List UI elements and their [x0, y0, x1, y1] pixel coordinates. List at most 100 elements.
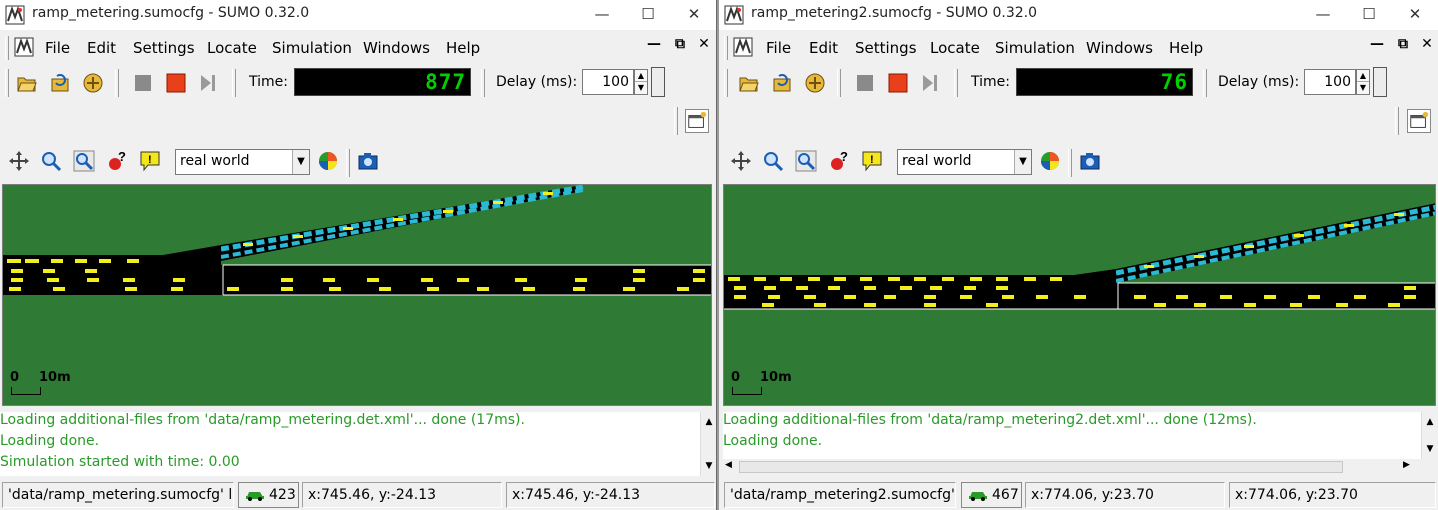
open-network-icon[interactable] [82, 72, 104, 94]
menu-file[interactable]: File [45, 39, 70, 57]
spin-down-icon[interactable]: ▼ [635, 82, 647, 94]
spin-up-icon[interactable]: ▲ [1357, 70, 1369, 82]
chevron-down-icon[interactable]: ▼ [292, 150, 309, 174]
title-bar[interactable]: ramp_metering2.sumocfg - SUMO 0.32.0 — ☐… [719, 0, 1438, 30]
message-window[interactable]: Loading additional-files from 'data/ramp… [723, 412, 1438, 476]
run-icon[interactable] [165, 72, 187, 94]
menu-settings[interactable]: Settings [133, 39, 195, 57]
menu-simulation[interactable]: Simulation [995, 39, 1075, 57]
menu-simulation[interactable]: Simulation [272, 39, 352, 57]
spin-up-icon[interactable]: ▲ [635, 70, 647, 82]
menu-edit[interactable]: Edit [87, 39, 116, 57]
toolbar-grip[interactable] [5, 36, 9, 60]
maximize-button[interactable]: ☐ [625, 0, 671, 30]
toolbar-grip[interactable] [674, 107, 678, 135]
mdi-restore-button[interactable]: ⧉ [672, 36, 688, 52]
stop-icon[interactable] [854, 72, 876, 94]
menu-file[interactable]: File [766, 39, 791, 57]
open-folder-icon[interactable] [16, 72, 38, 94]
toolbar-grip[interactable] [1203, 69, 1207, 97]
toolbar-grip[interactable] [5, 69, 9, 97]
stop-icon[interactable] [132, 72, 154, 94]
scroll-up-icon[interactable]: ▲ [1422, 414, 1438, 430]
menu-help[interactable]: Help [446, 39, 480, 57]
toolbar-grip[interactable] [115, 69, 119, 97]
delay-slider[interactable] [1373, 67, 1387, 97]
vertical-scrollbar[interactable]: ▲ ▼ [700, 412, 717, 476]
title-bar[interactable]: ramp_metering.sumocfg - SUMO 0.32.0 — ☐ … [0, 0, 717, 30]
scroll-down-icon[interactable]: ▼ [1422, 441, 1438, 457]
sumo-app-icon[interactable] [14, 37, 34, 57]
vehicle-count-button[interactable]: 423 [238, 482, 299, 508]
open-folder-icon[interactable] [738, 72, 760, 94]
maximize-button[interactable]: ☐ [1346, 0, 1392, 30]
menu-windows[interactable]: Windows [1086, 39, 1153, 57]
toolbar-grip[interactable] [232, 69, 236, 97]
color-scheme-select[interactable]: real world ▼ [897, 149, 1032, 175]
new-view-icon[interactable] [685, 109, 709, 133]
tracker-icon[interactable]: ! [861, 150, 883, 172]
recenter-view-icon[interactable] [8, 150, 30, 172]
close-button[interactable]: ✕ [1392, 0, 1438, 30]
mdi-close-button[interactable]: ✕ [696, 36, 712, 52]
reload-icon[interactable] [49, 72, 71, 94]
chevron-down-icon[interactable]: ▼ [1014, 150, 1031, 174]
minimize-button[interactable]: — [579, 0, 625, 30]
step-icon[interactable] [197, 72, 219, 94]
new-view-icon[interactable] [1407, 109, 1431, 133]
network-view-canvas[interactable]: 0 10m [723, 184, 1436, 406]
open-network-icon[interactable] [804, 72, 826, 94]
delay-input[interactable]: 100 [582, 69, 634, 95]
minimize-button[interactable]: — [1300, 0, 1346, 30]
color-scheme-select[interactable]: real world ▼ [175, 149, 310, 175]
spin-down-icon[interactable]: ▼ [1357, 82, 1369, 94]
recenter-view-icon[interactable] [730, 150, 752, 172]
breakpoint-icon[interactable]: ? [828, 150, 850, 172]
menu-locate[interactable]: Locate [930, 39, 980, 57]
mdi-close-button[interactable]: ✕ [1419, 36, 1435, 52]
scroll-down-icon[interactable]: ▼ [701, 458, 717, 474]
menu-edit[interactable]: Edit [809, 39, 838, 57]
toolbar-grip[interactable] [724, 36, 728, 60]
tracker-icon[interactable]: ! [139, 150, 161, 172]
vehicle-count-button[interactable]: 467 [961, 482, 1022, 508]
delay-spinner[interactable]: ▲ ▼ [1356, 69, 1370, 95]
zoom-icon[interactable] [40, 150, 62, 172]
step-icon[interactable] [919, 72, 941, 94]
locate-icon[interactable] [795, 150, 817, 172]
scroll-right-icon[interactable]: ▶ [1403, 460, 1410, 470]
run-icon[interactable] [887, 72, 909, 94]
scroll-thumb[interactable] [739, 461, 1343, 473]
menu-help[interactable]: Help [1169, 39, 1203, 57]
locate-icon[interactable] [73, 150, 95, 172]
delay-slider[interactable] [651, 67, 665, 97]
message-window[interactable]: Loading additional-files from 'data/ramp… [0, 412, 717, 476]
screenshot-icon[interactable] [1079, 150, 1101, 172]
toolbar-grip[interactable] [1068, 149, 1072, 177]
delay-input[interactable]: 100 [1304, 69, 1356, 95]
zoom-icon[interactable] [762, 150, 784, 172]
screenshot-icon[interactable] [357, 150, 379, 172]
sumo-app-icon[interactable] [733, 37, 753, 57]
reload-icon[interactable] [771, 72, 793, 94]
menu-settings[interactable]: Settings [855, 39, 917, 57]
edit-coloring-icon[interactable] [1039, 150, 1061, 172]
mdi-minimize-button[interactable]: — [1369, 36, 1385, 52]
toolbar-grip[interactable] [837, 69, 841, 97]
toolbar-grip[interactable] [1395, 107, 1399, 135]
close-button[interactable]: ✕ [671, 0, 717, 30]
toolbar-grip[interactable] [724, 69, 728, 97]
mdi-restore-button[interactable]: ⧉ [1395, 36, 1411, 52]
menu-locate[interactable]: Locate [207, 39, 257, 57]
delay-spinner[interactable]: ▲ ▼ [634, 69, 648, 95]
breakpoint-icon[interactable]: ? [106, 150, 128, 172]
toolbar-grip[interactable] [954, 69, 958, 97]
menu-windows[interactable]: Windows [363, 39, 430, 57]
horizontal-scrollbar[interactable]: ◀ ▶ [723, 459, 1438, 476]
toolbar-grip[interactable] [481, 69, 485, 97]
vertical-scrollbar[interactable]: ▲ ▼ [1421, 412, 1438, 459]
network-view-canvas[interactable]: 0 10m [2, 184, 712, 406]
edit-coloring-icon[interactable] [317, 150, 339, 172]
scroll-left-icon[interactable]: ◀ [725, 460, 732, 470]
toolbar-grip[interactable] [346, 149, 350, 177]
